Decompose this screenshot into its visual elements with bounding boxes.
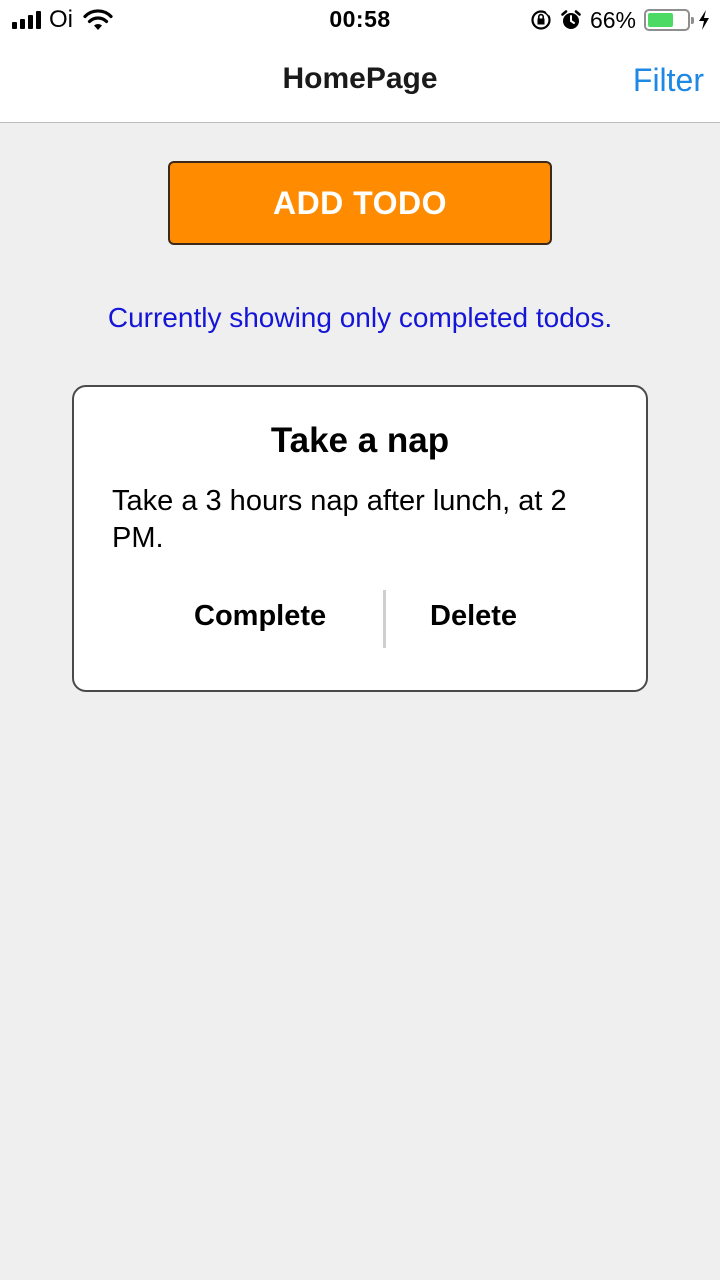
battery-level-fill [648,13,674,27]
battery-icon [644,9,694,31]
todo-card: Take a nap Take a 3 hours nap after lunc… [72,385,648,692]
page-title: HomePage [282,62,438,95]
delete-button[interactable]: Delete [430,600,517,633]
alarm-icon [561,10,581,29]
complete-button[interactable]: Complete [194,600,326,633]
filter-status-text: Currently showing only completed todos. [107,302,613,333]
add-todo-button[interactable]: ADD TODO [168,161,552,245]
filter-button[interactable]: Filter [633,62,704,99]
todo-title: Take a nap [270,421,450,460]
navigation-bar: HomePage Filter [0,40,720,123]
orientation-lock-icon [531,10,552,30]
todo-description: Take a 3 hours nap after lunch, at 2 PM. [112,485,567,554]
status-right: 66% [530,6,710,34]
action-divider [383,590,386,648]
battery-percent: 66% [589,6,636,33]
charging-icon [699,10,709,30]
status-bar: Oi 00:58 66% [0,0,720,40]
